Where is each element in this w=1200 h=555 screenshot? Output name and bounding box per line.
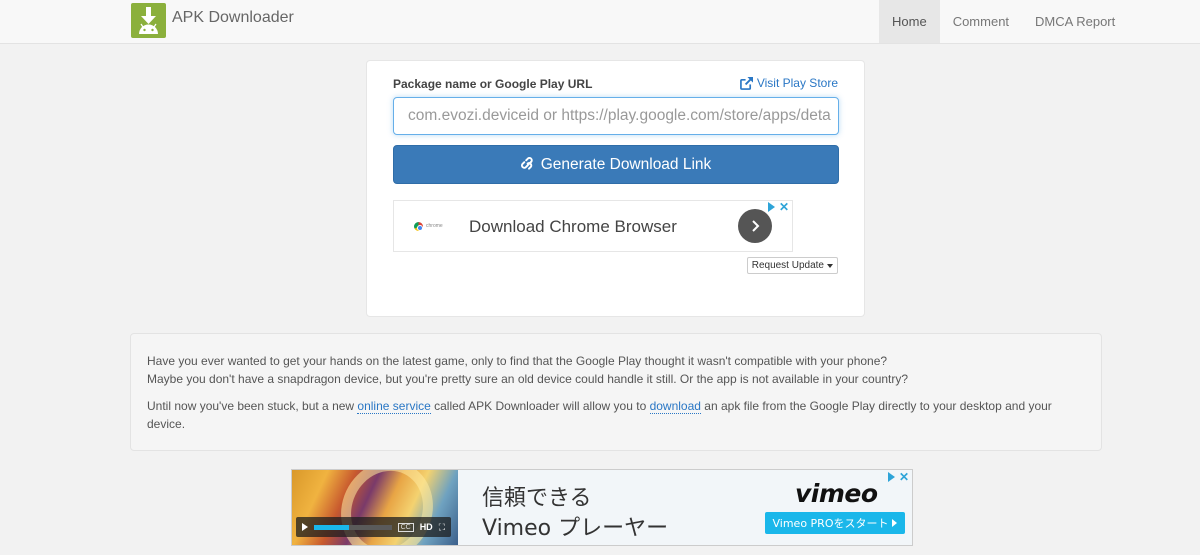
online-service-link[interactable]: online service [357, 399, 431, 414]
vimeo-pro-label: Vimeo PROをスタート [772, 517, 889, 530]
brand-name: APK Downloader [172, 8, 294, 26]
info-line-1: Have you ever wanted to get your hands o… [147, 354, 888, 368]
nav-dmca-report[interactable]: DMCA Report [1022, 0, 1128, 43]
download-form-panel: Package name or Google Play URL Visit Pl… [366, 60, 865, 317]
visit-play-store-label: Visit Play Store [756, 76, 838, 90]
video-player-bar: CC HD ⛶ [296, 517, 451, 537]
close-icon[interactable]: ✕ [899, 471, 909, 483]
info-paragraph-1: Have you ever wanted to get your hands o… [147, 352, 1085, 388]
info-panel: Have you ever wanted to get your hands o… [130, 333, 1102, 451]
package-url-input[interactable]: com.evozi.deviceid or https://play.googl… [393, 97, 839, 135]
caret-down-icon [827, 263, 833, 268]
generate-button-label: Generate Download Link [540, 155, 712, 173]
chevron-right-icon[interactable] [738, 209, 772, 243]
chrome-logo-icon [414, 222, 423, 231]
download-link[interactable]: download [649, 399, 701, 414]
external-link-icon [739, 76, 753, 90]
android-download-icon [131, 3, 166, 38]
cc-badge: CC [397, 522, 414, 532]
generate-download-link-button[interactable]: Generate Download Link [393, 145, 839, 184]
banner-headline-2: Vimeo プレーヤー [482, 516, 669, 541]
adchoices[interactable]: ✕ [768, 201, 789, 213]
adchoices-banner[interactable]: ✕ [888, 471, 909, 483]
fullscreen-icon: ⛶ [438, 521, 445, 532]
nav-comment[interactable]: Comment [940, 0, 1022, 43]
close-icon[interactable]: ✕ [779, 201, 789, 213]
vimeo-logo: vimeo [795, 479, 878, 508]
request-update-label: Request Update [751, 260, 824, 271]
play-icon [302, 523, 308, 531]
chrome-mini-text: chrome [426, 223, 443, 229]
banner-headline-1: 信頼できる [482, 486, 592, 511]
adchoices-icon[interactable] [888, 472, 895, 482]
player-progress [314, 524, 392, 530]
info-text-1: Until now you've been stuck, but a new [147, 399, 358, 413]
package-field-label: Package name or Google Play URL [393, 77, 593, 91]
ad-title: Download Chrome Browser [469, 217, 677, 236]
hd-badge: HD [419, 522, 433, 532]
nav-home[interactable]: Home [879, 0, 940, 43]
request-update-button[interactable]: Request Update [746, 257, 838, 274]
adchoices-icon[interactable] [768, 202, 775, 212]
info-line-2: Maybe you don't have a snapdragon device… [147, 372, 909, 386]
banner-artwork: CC HD ⛶ [292, 470, 458, 545]
vimeo-pro-button[interactable]: Vimeo PROをスタート [765, 512, 905, 534]
nav-links: Home Comment DMCA Report [879, 0, 1128, 43]
navbar: APK Downloader Home Comment DMCA Report [0, 0, 1200, 44]
info-text-2: called APK Downloader will allow you to [430, 399, 650, 413]
brand[interactable]: APK Downloader [131, 3, 294, 38]
visit-play-store-link[interactable]: Visit Play Store [739, 76, 838, 90]
play-arrow-icon [892, 519, 898, 527]
chrome-ad[interactable]: chrome Download Chrome Browser ✕ [393, 200, 793, 252]
vimeo-banner-ad[interactable]: CC HD ⛶ 信頼できる Vimeo プレーヤー vimeo Vimeo PR… [291, 469, 913, 546]
link-icon [520, 157, 533, 170]
info-paragraph-2: Until now you've been stuck, but a new o… [147, 397, 1085, 433]
